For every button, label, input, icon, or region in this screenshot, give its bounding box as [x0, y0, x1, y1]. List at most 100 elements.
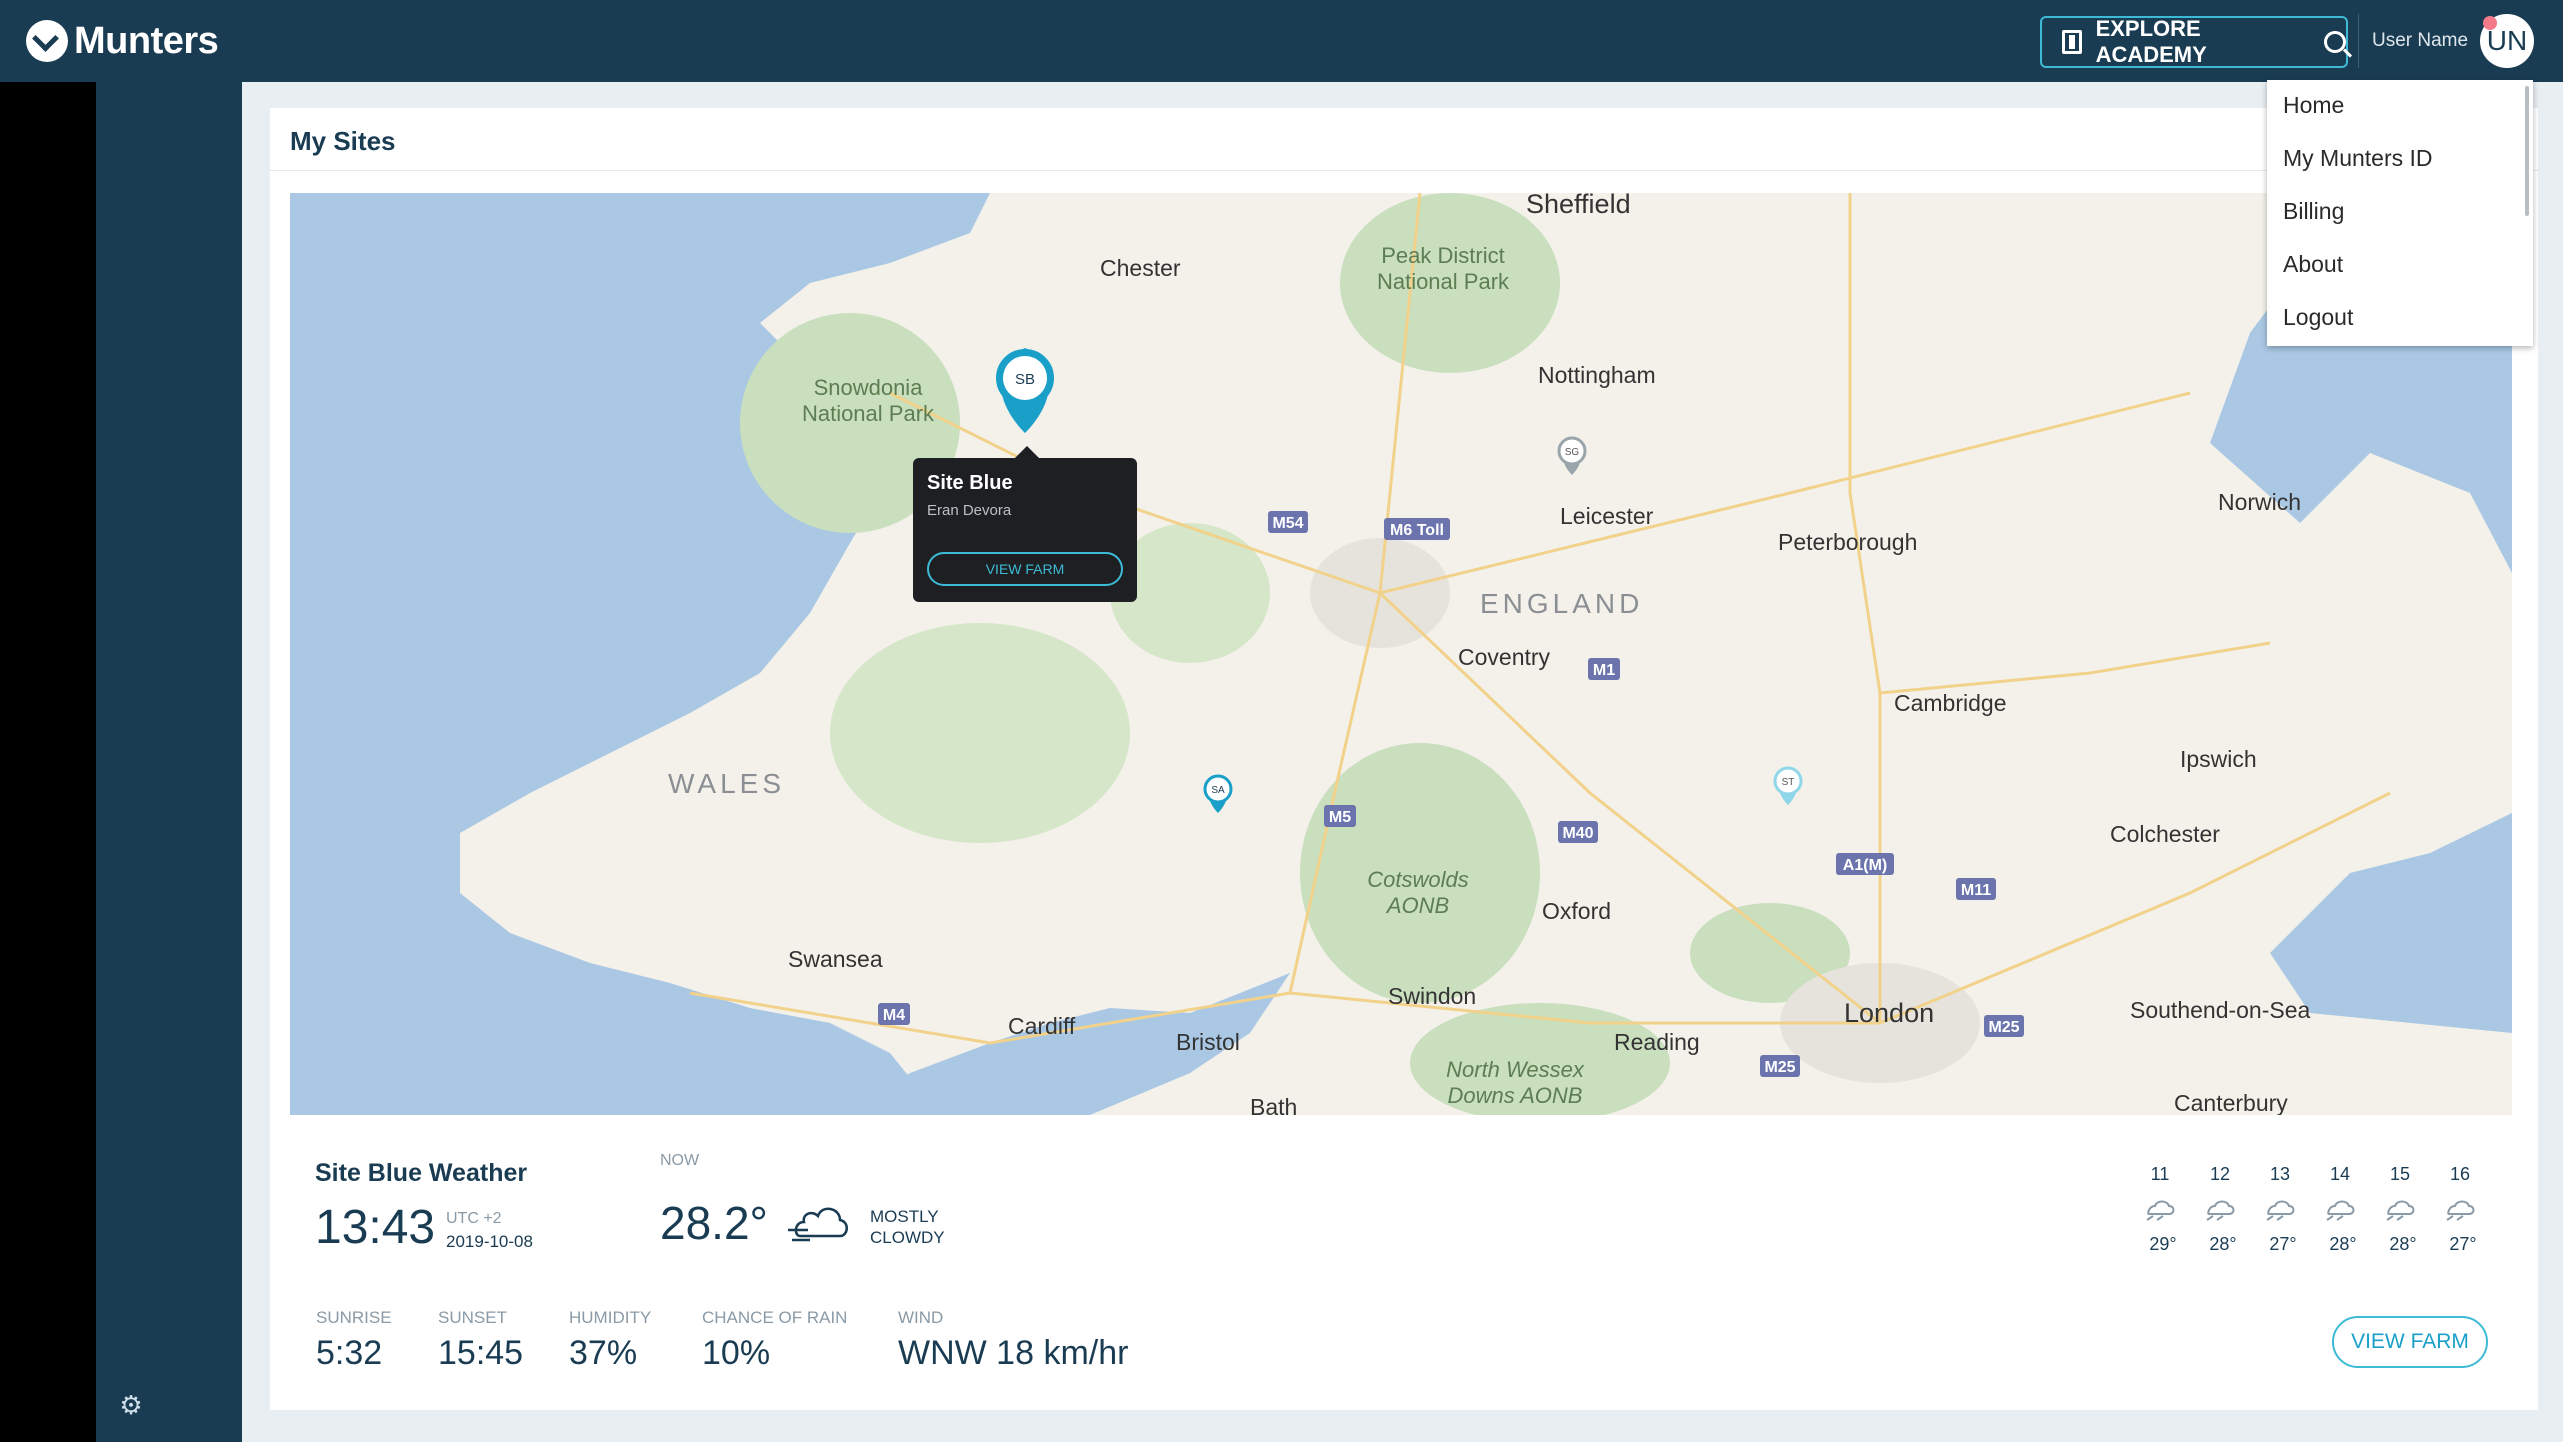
marker-label: SG — [1565, 447, 1580, 458]
header-divider — [2358, 14, 2359, 68]
city-label: Coventry — [1458, 644, 1551, 670]
weather-condition: MOSTLY CLOWDY — [870, 1206, 960, 1248]
forecast-temp: 28° — [2209, 1234, 2237, 1254]
city-label: Cambridge — [1894, 690, 2007, 716]
forecast-temp: 28° — [2329, 1234, 2357, 1254]
forecast-temp: 29° — [2149, 1234, 2177, 1254]
condition-line-1: MOSTLY — [870, 1207, 939, 1226]
city-label: Norwich — [2218, 489, 2301, 515]
region-england: ENGLAND — [1480, 588, 1643, 619]
city-label: Chester — [1100, 255, 1181, 281]
cloud-rain-icon — [2380, 1198, 2420, 1227]
park-label: National Park — [1377, 269, 1510, 294]
road-label: M25 — [1764, 1059, 1795, 1076]
park-label: Peak District — [1381, 243, 1504, 268]
park-label: North Wessex — [1446, 1057, 1585, 1082]
road-label: M11 — [1961, 882, 1991, 899]
notification-badge — [2483, 16, 2497, 30]
search-icon — [2324, 31, 2346, 53]
page-title: My Sites — [290, 126, 396, 156]
menu-item-about[interactable]: About — [2283, 251, 2343, 278]
forecast-day: 14 — [2329, 1164, 2351, 1184]
humidity-label: HUMIDITY — [569, 1308, 652, 1327]
sunrise-value: 5:32 — [316, 1334, 383, 1372]
city-label: Oxford — [1542, 898, 1611, 924]
park-label: Cotswolds — [1367, 867, 1468, 892]
gear-icon[interactable]: ⚙ — [118, 1392, 144, 1418]
city-label: Southend-on-Sea — [2130, 997, 2311, 1023]
city-label: Swindon — [1388, 983, 1476, 1009]
weather-title: Site Blue Weather — [315, 1159, 528, 1187]
map-canvas[interactable]: ENGLAND WALES Peak District National Par… — [290, 193, 2512, 1115]
weather-time: 13:43 — [315, 1201, 436, 1254]
city-label: Colchester — [2110, 821, 2220, 847]
menu-item-my-munters-id[interactable]: My Munters ID — [2283, 145, 2433, 172]
cloud-rain-icon — [2260, 1198, 2300, 1227]
cloud-rain-icon — [2440, 1198, 2480, 1227]
logo-text: Munters — [74, 19, 219, 62]
menu-item-billing[interactable]: Billing — [2283, 198, 2344, 225]
road-label: M40 — [1562, 825, 1593, 842]
forecast-day: 11 — [2150, 1164, 2170, 1184]
sunset-value: 15:45 — [438, 1334, 524, 1372]
munters-logo-icon — [26, 20, 68, 62]
rain-chance-value: 10% — [702, 1334, 771, 1372]
site-popup: Site Blue Eran Devora VIEW FARM — [913, 446, 1137, 602]
sidebar — [96, 82, 242, 1442]
road-label: M5 — [1329, 809, 1351, 826]
popup-title: Site Blue — [927, 472, 1013, 494]
forecast-temp: 27° — [2269, 1234, 2297, 1254]
road-label: M25 — [1988, 1019, 2019, 1036]
user-name[interactable]: User Name — [2372, 30, 2468, 52]
weather-timezone: UTC +2 — [446, 1210, 502, 1227]
park-label: Downs AONB — [1448, 1083, 1583, 1108]
cloud-wind-icon — [788, 1207, 848, 1242]
park-wales-central — [830, 623, 1130, 843]
city-label: Canterbury — [2174, 1090, 2288, 1115]
marker-label: SB — [1015, 371, 1035, 388]
sunset-label: SUNSET — [438, 1308, 507, 1327]
munters-logo[interactable]: Munters — [26, 18, 219, 64]
city-label: Peterborough — [1778, 529, 1917, 555]
city-label: Bristol — [1176, 1029, 1240, 1055]
city-label: Leicester — [1560, 503, 1654, 529]
popup-view-farm-button[interactable]: VIEW FARM — [927, 552, 1123, 586]
park-label: National Park — [802, 401, 935, 426]
region-wales: WALES — [668, 768, 785, 799]
marker-label: ST — [1782, 777, 1795, 788]
marker-label: SA — [1211, 785, 1225, 796]
sunrise-label: SUNRISE — [316, 1308, 392, 1327]
city-label: Nottingham — [1538, 362, 1656, 388]
weather-temperature: 28.2° — [660, 1197, 768, 1249]
road-label: M1 — [1593, 662, 1615, 679]
city-label: Cardiff — [1008, 1013, 1076, 1039]
road-label: A1(M) — [1843, 857, 1887, 874]
park-label: AONB — [1385, 893, 1449, 918]
site-map[interactable]: ENGLAND WALES Peak District National Par… — [290, 193, 2512, 1115]
wind-value: WNW 18 km/hr — [898, 1334, 1129, 1372]
user-menu: Home My Munters ID Billing About Logout — [2267, 80, 2533, 346]
cloud-rain-icon — [2320, 1198, 2360, 1227]
rain-chance-label: CHANCE OF RAIN — [702, 1308, 848, 1327]
explore-academy-button[interactable]: EXPLORE ACADEMY — [2040, 16, 2348, 68]
city-label: Bath — [1250, 1094, 1297, 1115]
view-farm-button[interactable]: VIEW FARM — [2332, 1316, 2488, 1368]
menu-scrollbar[interactable] — [2525, 86, 2529, 216]
forecast-day: 12 — [2209, 1164, 2231, 1184]
menu-item-home[interactable]: Home — [2283, 92, 2344, 119]
forecast-temp: 28° — [2389, 1234, 2417, 1254]
park-label: Snowdonia — [814, 375, 924, 400]
forecast-day: 16 — [2449, 1164, 2471, 1184]
road-label: M54 — [1272, 515, 1303, 532]
menu-item-logout[interactable]: Logout — [2283, 304, 2353, 331]
explore-academy-label: EXPLORE ACADEMY — [2095, 16, 2207, 67]
cloud-rain-icon — [2200, 1198, 2240, 1227]
forecast-day: 13 — [2269, 1164, 2291, 1184]
humidity-value: 37% — [569, 1334, 638, 1372]
city-label: Ipswich — [2180, 746, 2257, 772]
city-label: Reading — [1614, 1029, 1700, 1055]
city-label: Sheffield — [1526, 193, 1631, 219]
cloud-rain-icon — [2140, 1198, 2180, 1227]
forecast-temp: 27° — [2449, 1234, 2477, 1254]
road-label: M4 — [883, 1007, 905, 1024]
